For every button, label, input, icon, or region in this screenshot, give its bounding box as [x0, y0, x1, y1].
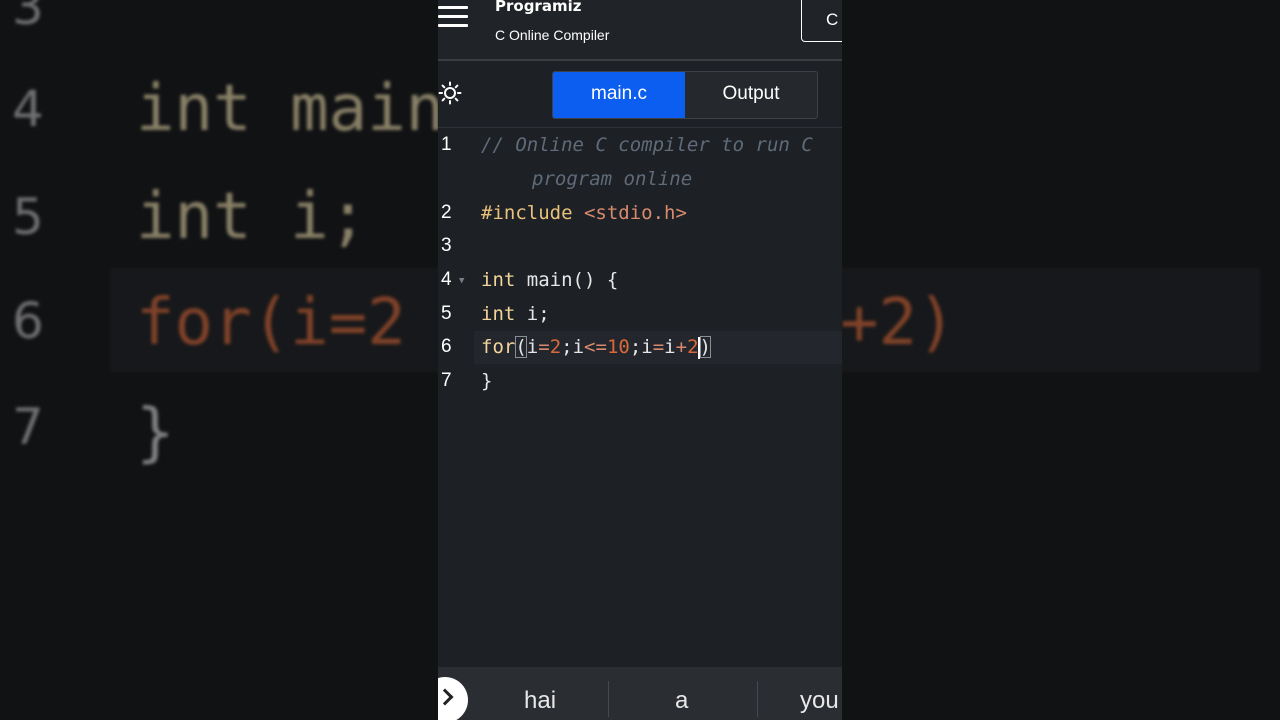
fold-arrow-icon[interactable]: ▼	[459, 276, 464, 286]
keyboard-suggestion-bar: hai a you	[438, 667, 842, 720]
tab-main-c[interactable]: main.c	[553, 72, 685, 118]
suggestion-hai[interactable]: hai	[524, 687, 556, 715]
line-number: 4	[441, 269, 452, 290]
blurred-backdrop-right: +2)	[842, 0, 1280, 720]
line-number: 7	[441, 370, 452, 391]
code-comment: // Online C compiler to run C	[481, 134, 813, 156]
suggestion-divider	[608, 681, 609, 717]
bg-line-number: 6	[12, 292, 44, 350]
code-comment-wrap: program online	[532, 168, 693, 190]
app-header: Programiz C Online Compiler C	[438, 0, 842, 61]
file-tabs: main.c Output	[552, 71, 818, 119]
bg-code-line: }	[136, 396, 175, 470]
code-close-brace: }	[481, 370, 493, 392]
code-editor[interactable]: 1 2 3 4 ▼ 5 6 7 // Online C compiler to …	[438, 128, 842, 666]
bg-line-number: 4	[12, 80, 44, 138]
chevron-right-icon[interactable]	[438, 677, 468, 720]
line-number: 1	[441, 134, 452, 155]
code-for-loop: for(i=2;i<=10;i=i+2)	[481, 336, 711, 359]
code-include: #include <stdio.h>	[481, 202, 687, 224]
suggestion-a[interactable]: a	[675, 687, 688, 715]
phone-screen: Programiz C Online Compiler C main.c Out…	[438, 0, 842, 720]
suggestion-divider	[757, 681, 758, 717]
editor-toolbar: main.c Output	[438, 61, 842, 128]
sun-icon[interactable]	[438, 81, 462, 105]
line-number: 5	[441, 303, 452, 324]
bg-code-line: int i;	[136, 180, 368, 254]
hamburger-icon[interactable]	[438, 6, 468, 28]
brand-logo[interactable]: Programiz	[495, 0, 581, 15]
bg-line-number: 7	[12, 398, 44, 456]
bg-line-number: 5	[12, 188, 44, 246]
line-number: 3	[441, 235, 452, 256]
line-number: 2	[441, 202, 452, 223]
line-number: 6	[441, 336, 452, 357]
tab-output[interactable]: Output	[685, 72, 817, 118]
bg-code-line: int main	[136, 72, 438, 146]
run-button[interactable]: C	[801, 0, 842, 42]
page-subtitle: C Online Compiler	[495, 27, 610, 43]
suggestion-you[interactable]: you	[800, 687, 839, 715]
code-main-decl: int main() {	[481, 269, 619, 291]
bg-code-line: for(i=2	[136, 286, 406, 360]
blurred-backdrop-left: 3 4 5 6 7 int main int i; for(i=2 }	[0, 0, 438, 720]
bg-code-line: +2)	[842, 286, 956, 360]
bg-line-number: 3	[12, 0, 44, 36]
code-var-decl: int i;	[481, 303, 550, 325]
